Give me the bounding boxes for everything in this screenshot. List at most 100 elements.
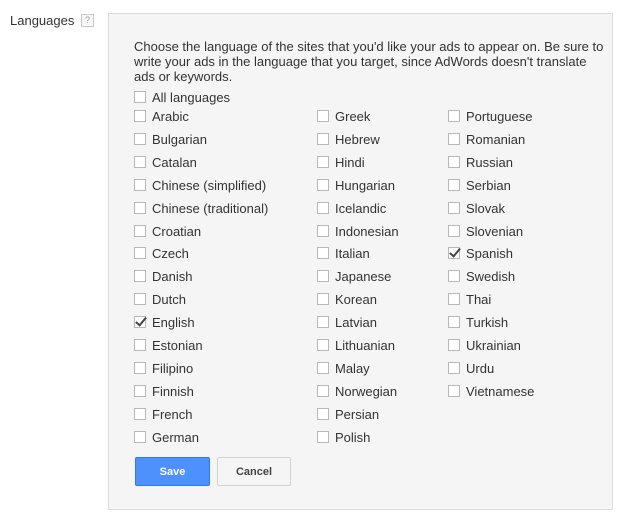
checkbox-language[interactable]: Italian xyxy=(317,244,370,262)
cancel-button[interactable]: Cancel xyxy=(217,457,291,486)
checkbox-box[interactable] xyxy=(134,156,146,168)
checkbox-language[interactable]: Spanish xyxy=(448,244,513,262)
checkbox-box[interactable] xyxy=(134,91,146,103)
checkbox-box[interactable] xyxy=(317,431,329,443)
checkbox-box[interactable] xyxy=(448,225,460,237)
checkbox-box[interactable] xyxy=(317,202,329,214)
checkbox-language[interactable]: Korean xyxy=(317,290,377,308)
checkbox-box[interactable] xyxy=(317,110,329,122)
checkbox-label: Italian xyxy=(335,245,370,261)
checkbox-language[interactable]: Danish xyxy=(134,267,192,285)
checkbox-label: Serbian xyxy=(466,177,511,193)
checkbox-box[interactable] xyxy=(134,247,146,259)
checkbox-box[interactable] xyxy=(448,270,460,282)
checkbox-box[interactable] xyxy=(448,247,460,259)
checkbox-box[interactable] xyxy=(317,133,329,145)
checkbox-box[interactable] xyxy=(317,225,329,237)
checkbox-language[interactable]: Serbian xyxy=(448,176,511,194)
checkbox-box[interactable] xyxy=(317,247,329,259)
checkbox-box[interactable] xyxy=(134,270,146,282)
checkbox-language[interactable]: Japanese xyxy=(317,267,391,285)
languages-field-label: Languages xyxy=(10,13,75,28)
checkbox-language[interactable]: Slovak xyxy=(448,199,505,217)
checkbox-language[interactable]: Filipino xyxy=(134,359,193,377)
checkbox-box[interactable] xyxy=(134,179,146,191)
checkbox-language[interactable]: Croatian xyxy=(134,222,201,240)
checkbox-language[interactable]: Romanian xyxy=(448,130,525,148)
checkbox-box[interactable] xyxy=(448,293,460,305)
checkbox-language[interactable]: Estonian xyxy=(134,336,203,354)
checkbox-box[interactable] xyxy=(448,202,460,214)
checkbox-language[interactable]: Thai xyxy=(448,290,491,308)
checkbox-language[interactable]: Greek xyxy=(317,107,370,125)
checkbox-label: English xyxy=(152,314,195,330)
checkbox-box[interactable] xyxy=(134,133,146,145)
checkbox-box[interactable] xyxy=(317,339,329,351)
checkbox-box[interactable] xyxy=(134,316,146,328)
checkbox-language[interactable]: Finnish xyxy=(134,382,194,400)
checkbox-box[interactable] xyxy=(317,293,329,305)
panel-description: Choose the language of the sites that yo… xyxy=(134,39,604,84)
checkbox-box[interactable] xyxy=(134,110,146,122)
checkbox-box[interactable] xyxy=(317,362,329,374)
checkbox-language[interactable]: Arabic xyxy=(134,107,189,125)
checkbox-language[interactable]: Malay xyxy=(317,359,370,377)
checkbox-language[interactable]: Urdu xyxy=(448,359,494,377)
checkbox-language[interactable]: Latvian xyxy=(317,313,377,331)
checkbox-language[interactable]: Turkish xyxy=(448,313,508,331)
checkbox-language[interactable]: Ukrainian xyxy=(448,336,521,354)
checkbox-box[interactable] xyxy=(134,408,146,420)
checkbox-box[interactable] xyxy=(317,156,329,168)
checkbox-box[interactable] xyxy=(448,385,460,397)
checkbox-box[interactable] xyxy=(448,156,460,168)
checkbox-box[interactable] xyxy=(317,270,329,282)
checkbox-all-languages[interactable]: All languages xyxy=(134,88,230,106)
checkbox-box[interactable] xyxy=(317,316,329,328)
checkbox-box[interactable] xyxy=(317,179,329,191)
checkbox-language[interactable]: Norwegian xyxy=(317,382,397,400)
checkbox-language[interactable]: English xyxy=(134,313,195,331)
checkbox-box[interactable] xyxy=(317,408,329,420)
checkbox-box[interactable] xyxy=(448,179,460,191)
checkbox-language[interactable]: Czech xyxy=(134,244,189,262)
checkbox-box[interactable] xyxy=(134,225,146,237)
checkbox-language[interactable]: Hungarian xyxy=(317,176,395,194)
checkbox-box[interactable] xyxy=(448,362,460,374)
checkbox-language[interactable]: Hindi xyxy=(317,153,365,171)
checkbox-language[interactable]: Icelandic xyxy=(317,199,386,217)
checkbox-language[interactable]: Lithuanian xyxy=(317,336,395,354)
save-button[interactable]: Save xyxy=(135,457,210,486)
checkbox-language[interactable]: German xyxy=(134,428,199,446)
checkbox-label: Finnish xyxy=(152,383,194,399)
checkbox-box[interactable] xyxy=(317,385,329,397)
checkbox-box[interactable] xyxy=(448,339,460,351)
checkbox-box[interactable] xyxy=(134,362,146,374)
checkbox-box[interactable] xyxy=(134,385,146,397)
checkbox-language[interactable]: Bulgarian xyxy=(134,130,207,148)
checkbox-label: Thai xyxy=(466,291,492,307)
checkbox-label: Greek xyxy=(335,108,371,124)
checkbox-language[interactable]: Polish xyxy=(317,428,370,446)
checkbox-language[interactable]: Chinese (simplified) xyxy=(134,176,266,194)
checkbox-language[interactable]: Russian xyxy=(448,153,513,171)
checkbox-language[interactable]: Swedish xyxy=(448,267,515,285)
checkbox-box[interactable] xyxy=(448,133,460,145)
checkbox-language[interactable]: Hebrew xyxy=(317,130,380,148)
checkbox-language[interactable]: Catalan xyxy=(134,153,197,171)
checkbox-language[interactable]: Chinese (traditional) xyxy=(134,199,268,217)
checkbox-language[interactable]: Slovenian xyxy=(448,222,523,240)
checkbox-language[interactable]: Persian xyxy=(317,405,379,423)
checkbox-language[interactable]: Portuguese xyxy=(448,107,533,125)
checkbox-language[interactable]: Dutch xyxy=(134,290,186,308)
checkbox-box[interactable] xyxy=(134,431,146,443)
checkbox-box[interactable] xyxy=(134,339,146,351)
checkbox-box[interactable] xyxy=(134,293,146,305)
checkbox-language[interactable]: French xyxy=(134,405,192,423)
checkbox-box[interactable] xyxy=(134,202,146,214)
help-icon[interactable]: ? xyxy=(81,14,94,27)
checkbox-language[interactable]: Vietnamese xyxy=(448,382,534,400)
checkbox-box[interactable] xyxy=(448,110,460,122)
checkbox-label: German xyxy=(152,429,199,445)
checkbox-box[interactable] xyxy=(448,316,460,328)
checkbox-language[interactable]: Indonesian xyxy=(317,222,399,240)
